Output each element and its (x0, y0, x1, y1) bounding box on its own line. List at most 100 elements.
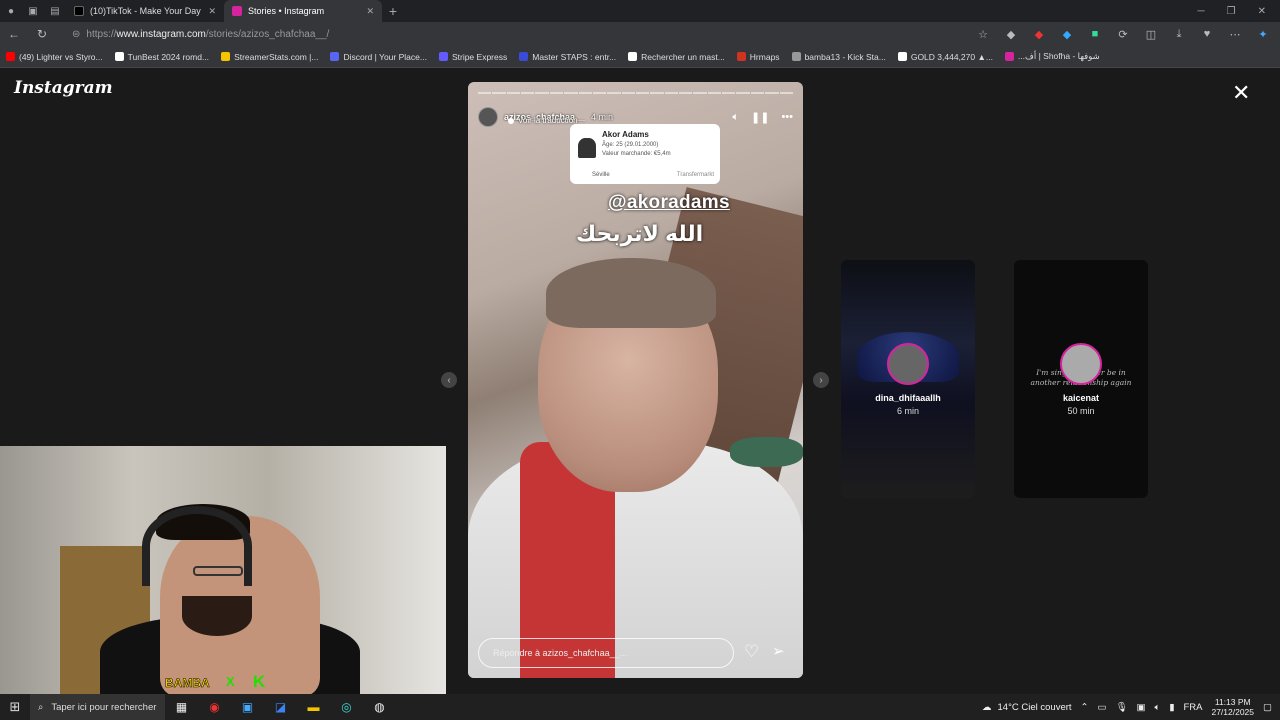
tab-instagram[interactable]: Stories • Instagram ✕ (224, 0, 382, 22)
tradingview-icon (897, 52, 907, 61)
kick-logo: K (253, 672, 266, 691)
store-icon[interactable]: ▣ (231, 700, 264, 714)
weather-widget[interactable]: ☁ 14°C Ciel couvert (982, 702, 1072, 713)
bookmark-item[interactable]: Discord | Your Place... (330, 52, 427, 62)
taskbar-search[interactable]: ⌕ Taper ici pour rechercher (30, 694, 165, 720)
avatar[interactable] (478, 107, 498, 127)
instagram-logo[interactable]: Instagram (14, 78, 113, 98)
extension-green-icon[interactable]: ■ (1088, 28, 1102, 41)
cloud-icon: ☁ (982, 701, 992, 713)
translate-icon (508, 117, 514, 124)
close-tab-icon[interactable]: ✕ (208, 6, 216, 17)
bookmark-item[interactable]: bamba13 - Kick Sta... (791, 52, 886, 62)
performance-icon[interactable]: ♥ (1200, 28, 1214, 41)
bookmark-item[interactable]: Rechercher un mast... (628, 52, 725, 62)
bookmark-item[interactable]: StreamerStats.com |... (221, 52, 318, 62)
extension-icon[interactable]: ◆ (1004, 28, 1018, 41)
volume-icon[interactable]: 🔈︎ (732, 111, 739, 124)
reply-input[interactable]: Répondre à azizos_chafchaa__... (478, 638, 734, 668)
story-mention[interactable]: @akoradams (608, 192, 730, 214)
bookmark-item[interactable]: TunBest 2024 romd... (114, 52, 209, 62)
send-icon[interactable]: ➢ (772, 642, 785, 660)
restore-icon[interactable]: ❐ (1227, 6, 1236, 17)
language-indicator[interactable]: FRA (1183, 702, 1202, 713)
address-bar-row: ← ↻ ⊜ https://www.instagram.com/stories/… (0, 22, 1280, 46)
tab-title: Stories • Instagram (248, 6, 325, 16)
extension-blue-icon[interactable]: ◆ (1060, 28, 1074, 41)
stripe-icon (438, 52, 448, 61)
volume-icon[interactable]: 🔈︎ (1155, 702, 1161, 713)
obs-icon[interactable]: ◍ (363, 700, 396, 714)
workspaces-icon[interactable]: ▣ (26, 4, 40, 18)
translate-label: Voir la traduction (518, 116, 578, 125)
pause-icon[interactable]: ❚❚ (751, 111, 769, 124)
network-icon[interactable]: ▭ (1098, 702, 1107, 713)
close-tab-icon[interactable]: ✕ (366, 6, 374, 17)
bookmark-label: Rechercher un mast... (641, 51, 725, 62)
webcam-beard-shape (182, 596, 252, 636)
avatar (887, 343, 929, 385)
minimize-icon[interactable]: ─ (1198, 6, 1205, 17)
close-stories-icon[interactable]: ✕ (1232, 82, 1250, 104)
microphone-icon[interactable]: 🎙︎ (1115, 702, 1127, 713)
player-club: Séville (592, 172, 610, 178)
reload-icon[interactable]: ↻ (28, 27, 56, 41)
new-tab-icon[interactable]: + (386, 3, 400, 19)
bookmark-item[interactable]: Stripe Express (438, 52, 507, 62)
youtube-icon (6, 52, 15, 61)
display-icon[interactable]: ▣ (1137, 702, 1146, 713)
notifications-icon[interactable]: ▢ (1263, 702, 1272, 713)
story-hair-shape (546, 258, 716, 328)
url-scheme: https:// (86, 28, 117, 40)
like-heart-icon[interactable]: ♡ (744, 642, 759, 662)
bookmark-item[interactable]: Master STAPS : entr... (519, 52, 616, 62)
tab-actions-icon[interactable]: ▤ (48, 4, 62, 18)
url-field[interactable]: ⊜ https://www.instagram.com/stories/aziz… (62, 25, 924, 43)
more-menu-icon[interactable]: ⋯ (1228, 28, 1242, 41)
side-story-time: 50 min (1067, 406, 1095, 416)
more-options-icon[interactable]: ••• (781, 111, 793, 124)
back-icon[interactable]: ← (0, 27, 28, 41)
chrome-icon[interactable]: ◉ (198, 700, 231, 714)
bookmark-item[interactable]: Hrmaps (736, 51, 780, 62)
side-story-kaicenat[interactable]: I'm single... never be in another relati… (1014, 260, 1148, 498)
edge-icon[interactable]: ◎ (330, 700, 363, 714)
battery-icon[interactable]: ▮ (1169, 702, 1174, 713)
next-story-icon[interactable]: › (813, 372, 829, 388)
tray-chevron-icon[interactable]: ⌃ (1081, 702, 1089, 713)
player-name: Akor Adams (602, 130, 649, 139)
tab-tiktok[interactable]: (10)TikTok - Make Your Day ✕ (66, 0, 224, 22)
site-info-icon[interactable]: ⊜ (72, 29, 80, 40)
side-story-dina[interactable]: dina_dhifaaallh 6 min (841, 260, 975, 498)
task-view-icon[interactable]: ▦ (165, 700, 198, 714)
previous-story-icon[interactable]: ‹ (441, 372, 457, 388)
split-screen-icon[interactable]: ◫ (1144, 28, 1158, 41)
side-story-time: 6 min (896, 406, 919, 416)
outlook-icon[interactable]: ◪ (264, 700, 297, 714)
file-explorer-icon[interactable]: ▬ (297, 700, 330, 714)
bookmark-item[interactable]: (49) Lighter vs Styro... (6, 52, 103, 62)
story-progress-bar (478, 92, 793, 94)
bookmark-item[interactable]: GOLD 3,444,270 ▲... (897, 52, 993, 62)
system-tray: ☁ 14°C Ciel couvert ⌃ ▭ 🎙︎ ▣ 🔈︎ ▮ FRA 11… (982, 697, 1280, 717)
webcam-overlay: BAMBA X K (0, 446, 446, 694)
close-window-icon[interactable]: ✕ (1258, 6, 1266, 17)
shofha-icon (1004, 52, 1014, 61)
story-frame[interactable]: azizos_chafchaa__ 4 min 🔈︎ ❚❚ ••• Voir l… (468, 82, 803, 678)
glasses-icon (193, 566, 243, 576)
downloads-icon[interactable]: ⤓ (1172, 28, 1186, 41)
profile-icon[interactable]: ● (4, 4, 18, 18)
bookmark-label: Hrmaps (749, 51, 780, 62)
screen: ● ▣ ▤ (10)TikTok - Make Your Day ✕ Stori… (0, 0, 1280, 720)
extension-red-icon[interactable]: ◆ (1032, 28, 1046, 41)
favorite-star-icon[interactable]: ☆ (976, 28, 990, 41)
extensions-puzzle-icon[interactable]: ⟳ (1116, 28, 1130, 41)
copilot-icon[interactable]: ✦ (1256, 28, 1270, 41)
browser-tab-bar: ● ▣ ▤ (10)TikTok - Make Your Day ✕ Stori… (0, 0, 1280, 22)
clock-time: 11:13 PM (1214, 696, 1251, 707)
translate-link[interactable]: Voir la traduction (508, 116, 578, 125)
windows-start-icon[interactable]: ⊞ (0, 699, 30, 715)
bookmark-label: StreamerStats.com |... (234, 51, 319, 62)
bookmark-item[interactable]: ...أف | Shofha - شوفها (1004, 51, 1100, 62)
clock[interactable]: 11:13 PM 27/12/2025 (1211, 697, 1254, 717)
